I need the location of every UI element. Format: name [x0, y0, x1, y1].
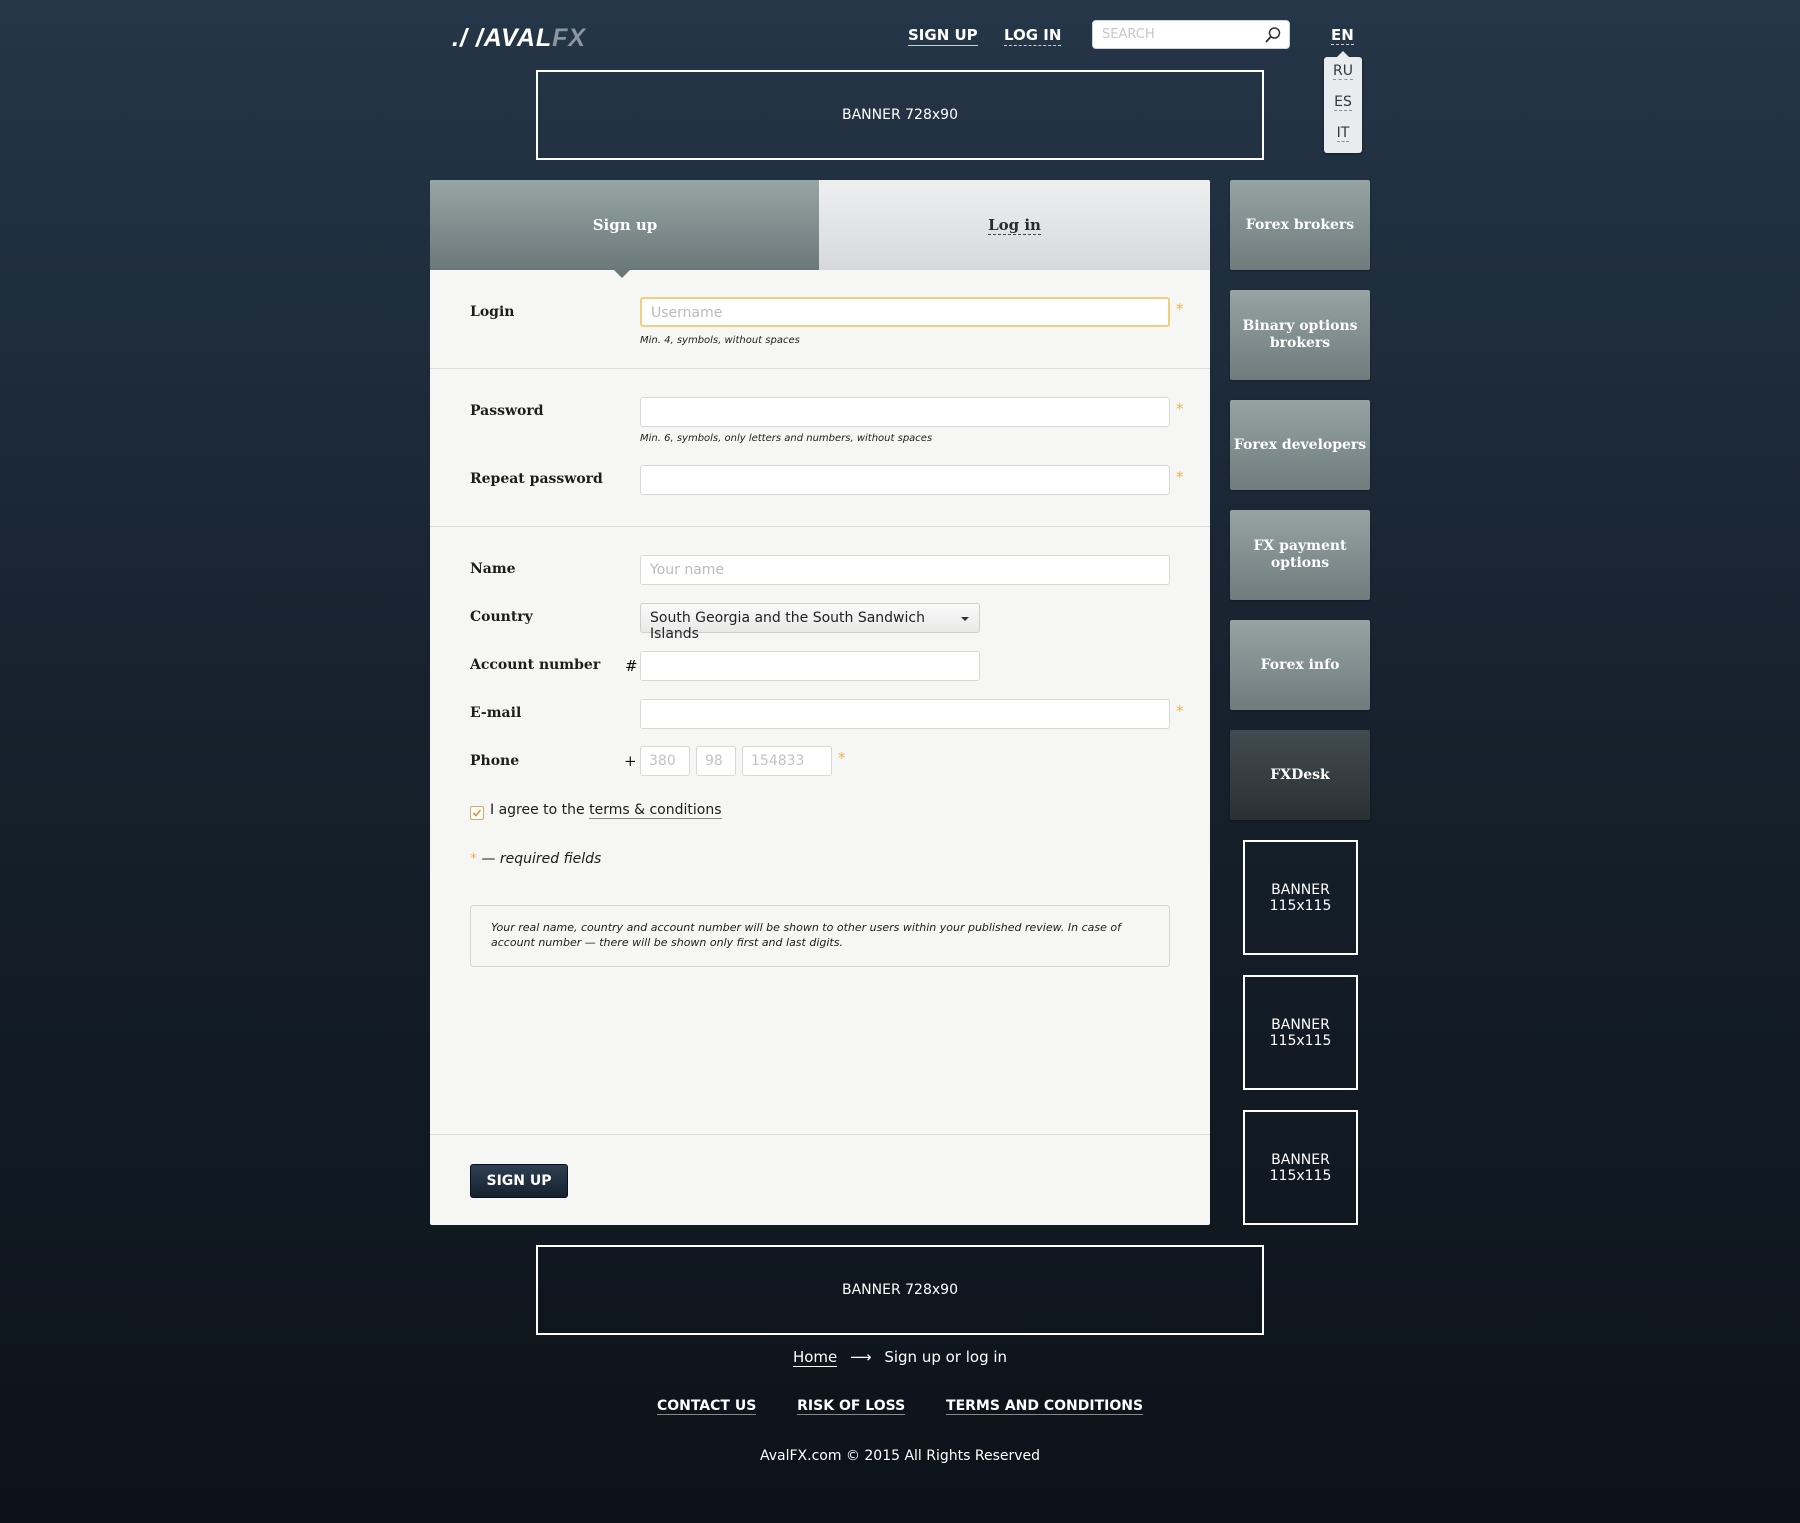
- signup-submit-button[interactable]: SIGN UP: [470, 1164, 568, 1198]
- footer-links: CONTACT US RISK OF LOSS TERMS AND CONDIT…: [0, 1398, 1800, 1415]
- login-label: Login: [470, 304, 515, 320]
- terms-checkbox[interactable]: [470, 806, 484, 820]
- language-current[interactable]: EN: [1331, 26, 1354, 45]
- footer-terms-link[interactable]: TERMS AND CONDITIONS: [946, 1398, 1144, 1415]
- logo-stripes-icon: ./ /: [452, 24, 484, 52]
- username-input[interactable]: Username: [640, 297, 1170, 327]
- login-hint: Min. 4, symbols, without spaces: [640, 335, 800, 346]
- check-icon: [472, 809, 482, 817]
- password-input[interactable]: [640, 397, 1170, 427]
- phone-number-input[interactable]: 154833: [742, 746, 832, 776]
- sidebar-item-fx-payment-options[interactable]: FX payment options: [1230, 510, 1370, 600]
- account-hash-prefix: #: [625, 657, 638, 675]
- chevron-down-icon: [961, 617, 969, 621]
- required-fields-note: * — required fields: [470, 851, 602, 867]
- email-input[interactable]: [640, 699, 1170, 729]
- site-logo[interactable]: ./ /AVALFX: [452, 24, 586, 53]
- language-option-es[interactable]: ES: [1324, 94, 1362, 111]
- footer-risk-link[interactable]: RISK OF LOSS: [797, 1398, 906, 1415]
- header-signup-link[interactable]: SIGN UP: [908, 26, 978, 46]
- repeat-password-label: Repeat password: [470, 471, 603, 487]
- password-hint: Min. 6, symbols, only letters and number…: [640, 433, 933, 444]
- side-banner[interactable]: BANNER 115x115: [1243, 1110, 1358, 1225]
- arrow-right-icon: ⟶: [850, 1348, 872, 1366]
- email-label: E-mail: [470, 705, 522, 721]
- phone-label: Phone: [470, 753, 520, 769]
- phone-country-code-input[interactable]: 380: [640, 746, 690, 776]
- password-required-mark: *: [1176, 400, 1184, 418]
- search-input[interactable]: SEARCH: [1092, 20, 1290, 49]
- logo-text: AVAL: [483, 24, 553, 52]
- terms-agreement-text: I agree to the terms & conditions: [490, 802, 722, 819]
- breadcrumb: Home ⟶ Sign up or log in: [0, 1348, 1800, 1367]
- name-label: Name: [470, 561, 516, 577]
- top-banner[interactable]: BANNER 728x90: [536, 70, 1264, 160]
- privacy-info-box: Your real name, country and account numb…: [470, 905, 1170, 967]
- repeat-password-input[interactable]: [640, 465, 1170, 495]
- logo-accent-text: FX: [552, 24, 587, 52]
- search-icon[interactable]: [1264, 26, 1282, 44]
- section-divider: [430, 368, 1210, 369]
- side-banner[interactable]: BANNER 115x115: [1243, 840, 1358, 955]
- sidebar-item-forex-info[interactable]: Forex info: [1230, 620, 1370, 710]
- search-placeholder: SEARCH: [1102, 27, 1155, 42]
- breadcrumb-home-link[interactable]: Home: [792, 1348, 838, 1367]
- tab-signup[interactable]: Sign up: [430, 180, 820, 270]
- phone-plus-prefix: +: [624, 752, 637, 770]
- name-input[interactable]: Your name: [640, 555, 1170, 585]
- account-number-label: Account number: [470, 657, 601, 673]
- sidebar-item-fxdesk[interactable]: FXDesk: [1230, 730, 1370, 820]
- account-number-input[interactable]: [640, 651, 980, 681]
- side-banner[interactable]: BANNER 115x115: [1243, 975, 1358, 1090]
- repeat-password-required-mark: *: [1176, 468, 1184, 486]
- email-required-mark: *: [1176, 702, 1184, 720]
- phone-operator-code-input[interactable]: 98: [696, 746, 736, 776]
- copyright-text: AvalFX.com © 2015 All Rights Reserved: [759, 1448, 1041, 1464]
- terms-conditions-link[interactable]: terms & conditions: [589, 802, 722, 819]
- password-label: Password: [470, 403, 544, 419]
- language-option-ru[interactable]: RU: [1324, 63, 1362, 80]
- sidebar-item-forex-developers[interactable]: Forex developers: [1230, 400, 1370, 490]
- breadcrumb-current: Sign up or log in: [884, 1348, 1008, 1366]
- header-login-link[interactable]: LOG IN: [1004, 26, 1062, 46]
- footer-contact-link[interactable]: CONTACT US: [656, 1398, 757, 1415]
- section-divider: [430, 1134, 1210, 1135]
- bottom-banner[interactable]: BANNER 728x90: [536, 1245, 1264, 1335]
- country-select-value: South Georgia and the South Sandwich Isl…: [650, 610, 925, 642]
- section-divider: [430, 526, 1210, 527]
- active-tab-pointer: [614, 270, 630, 278]
- sidebar-item-forex-brokers[interactable]: Forex brokers: [1230, 180, 1370, 270]
- language-option-it[interactable]: IT: [1324, 125, 1362, 142]
- sidebar-item-binary-options-brokers[interactable]: Binary options brokers: [1230, 290, 1370, 380]
- login-required-mark: *: [1176, 300, 1184, 318]
- country-label: Country: [470, 609, 533, 625]
- phone-required-mark: *: [838, 749, 846, 767]
- tab-login[interactable]: Log in: [819, 180, 1210, 270]
- signup-form-card: Sign up Log in Login Username * Min. 4, …: [430, 180, 1210, 1225]
- country-select[interactable]: South Georgia and the South Sandwich Isl…: [640, 603, 980, 642]
- language-dropdown: RU ES IT: [1324, 51, 1362, 153]
